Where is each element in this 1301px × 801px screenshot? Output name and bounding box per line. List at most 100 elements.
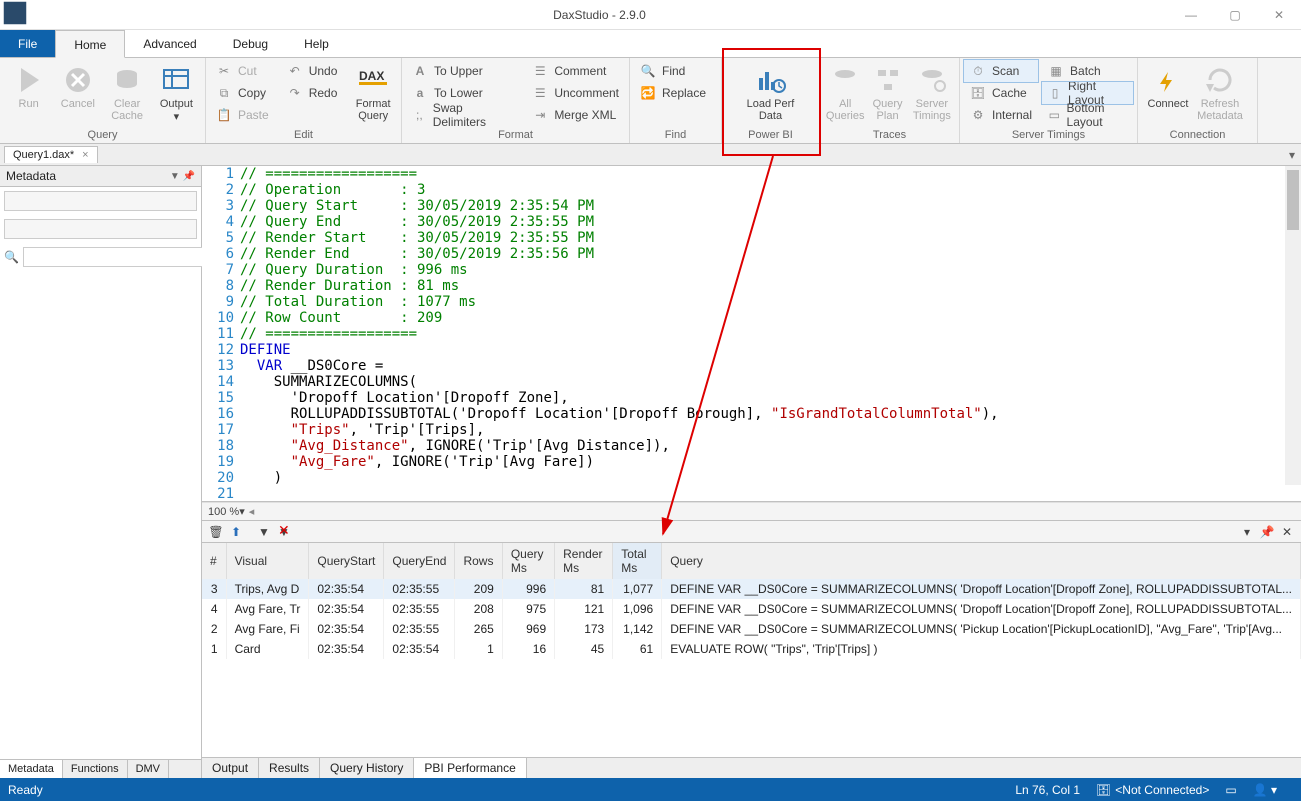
main-area: Metadata ▼ 📌 🔍 Metadata Functions DMV 12…: [0, 166, 1301, 778]
col-querystart[interactable]: QueryStart: [309, 543, 384, 579]
table-row[interactable]: 3Trips, Avg D02:35:5402:35:55209996811,0…: [202, 579, 1301, 599]
status-user-icon[interactable]: 👤 ▾: [1253, 783, 1277, 797]
cache-toggle[interactable]: 🗄Cache: [964, 82, 1038, 104]
query-group-label: Query: [0, 129, 205, 143]
to-upper-button[interactable]: ATo Upper: [406, 60, 518, 82]
clear-cache-button[interactable]: Clear Cache: [103, 60, 152, 122]
clear-filter-icon[interactable]: ▼✕: [274, 525, 294, 539]
export-icon[interactable]: ⬆: [226, 525, 246, 539]
scan-toggle[interactable]: ⏱Scan: [964, 60, 1038, 82]
close-button[interactable]: ✕: [1257, 0, 1301, 30]
server-timings-button[interactable]: Server Timings: [909, 60, 955, 122]
sidebar-tab-metadata[interactable]: Metadata: [0, 760, 63, 778]
home-tab[interactable]: Home: [55, 30, 125, 58]
internal-toggle[interactable]: ⚙Internal: [964, 104, 1038, 126]
bottom-panel: 🗑 ⬆ ▼ ▼✕ ▾ 📌 ✕ #VisualQueryStartQueryEnd…: [202, 520, 1301, 778]
minimize-button[interactable]: —: [1169, 0, 1213, 30]
perf-toolbar: 🗑 ⬆ ▼ ▼✕ ▾ 📌 ✕: [202, 521, 1301, 543]
connect-button[interactable]: Connect: [1142, 60, 1194, 110]
editor-zoom[interactable]: 100 % ▾ ◂: [202, 502, 1301, 520]
clear-icon[interactable]: 🗑: [206, 525, 226, 539]
table-row[interactable]: 2Avg Fare, Fi02:35:5402:35:552659691731,…: [202, 619, 1301, 639]
copy-button[interactable]: ⧉Copy: [210, 82, 275, 104]
maximize-button[interactable]: ▢: [1213, 0, 1257, 30]
table-row[interactable]: 4Avg Fare, Tr02:35:5402:35:552089751211,…: [202, 599, 1301, 619]
sidebar-tab-functions[interactable]: Functions: [63, 760, 128, 778]
server-timings-group-label: Server Timings: [960, 129, 1137, 143]
all-queries-button[interactable]: All Queries: [824, 60, 866, 122]
search-icon: 🔍: [4, 250, 19, 264]
database-combo[interactable]: [4, 191, 197, 211]
status-bar: Ready Ln 76, Col 1 🗄<Not Connected> ▭ 👤 …: [0, 778, 1301, 801]
find-button[interactable]: 🔍Find: [634, 60, 712, 82]
perf-table: #VisualQueryStartQueryEndRowsQuery MsRen…: [202, 543, 1301, 757]
bottom-tab-output[interactable]: Output: [202, 758, 259, 778]
document-tab-label: Query1.dax*: [13, 149, 74, 161]
redo-button[interactable]: ↷Redo: [281, 82, 344, 104]
bottom-tab-results[interactable]: Results: [259, 758, 320, 778]
col-rows[interactable]: Rows: [455, 543, 502, 579]
sidebar-tab-dmv[interactable]: DMV: [128, 760, 169, 778]
col-render-ms[interactable]: Render Ms: [555, 543, 613, 579]
run-button[interactable]: Run: [4, 60, 53, 110]
query-plan-button[interactable]: Query Plan: [866, 60, 908, 122]
window-title: DaxStudio - 2.9.0: [30, 8, 1169, 22]
status-cursor-pos: Ln 76, Col 1: [1015, 783, 1080, 797]
model-combo[interactable]: [4, 219, 197, 239]
col-total-ms[interactable]: Total Ms: [613, 543, 662, 579]
bottom-tab-pbi-performance[interactable]: PBI Performance: [414, 758, 526, 778]
find-group-label: Find: [630, 129, 721, 143]
status-ready: Ready: [8, 783, 43, 797]
help-tab[interactable]: Help: [286, 30, 347, 57]
powerbi-group-label: Power BI: [722, 129, 819, 143]
swap-delim-button[interactable]: ;,Swap Delimiters: [406, 104, 518, 126]
status-empty: ▭: [1225, 783, 1236, 797]
col-#[interactable]: #: [202, 543, 226, 579]
bottom-tabs: Output Results Query History PBI Perform…: [202, 757, 1301, 778]
panel-dropdown-icon[interactable]: ▼ 📌: [170, 171, 195, 182]
document-tab[interactable]: Query1.dax* ×: [4, 146, 98, 163]
refresh-metadata-button[interactable]: Refresh Metadata: [1194, 60, 1246, 122]
paste-button[interactable]: 📋Paste: [210, 104, 275, 126]
ribbon: Run Cancel Clear Cache Output ▾ Query ✂C…: [0, 58, 1301, 144]
db-icon: 🗄: [1096, 783, 1111, 797]
merge-xml-button[interactable]: ⇥Merge XML: [526, 104, 625, 126]
editor-scrollbar[interactable]: [1285, 166, 1301, 485]
close-document-icon[interactable]: ×: [82, 149, 88, 161]
app-icon: [0, 0, 30, 31]
traces-group-label: Traces: [820, 129, 959, 143]
metadata-search: 🔍: [4, 247, 197, 267]
panel-menu-icon[interactable]: ▾: [1237, 525, 1257, 539]
tab-overflow-icon[interactable]: ▾: [1283, 148, 1301, 162]
svg-text:DAX: DAX: [359, 69, 384, 83]
cancel-button[interactable]: Cancel: [53, 60, 102, 110]
ribbon-tabs: File Home Advanced Debug Help: [0, 30, 1301, 58]
col-query[interactable]: Query: [662, 543, 1301, 579]
panel-close-icon[interactable]: ✕: [1277, 525, 1297, 539]
cut-button[interactable]: ✂Cut: [210, 60, 275, 82]
replace-button[interactable]: 🔁Replace: [634, 82, 712, 104]
editor-pane: 1234567891011121314151617181920212223 //…: [202, 166, 1301, 778]
bottom-tab-query-history[interactable]: Query History: [320, 758, 414, 778]
undo-button[interactable]: ↶Undo: [281, 60, 344, 82]
table-row[interactable]: 1Card02:35:5402:35:541164561EVALUATE ROW…: [202, 639, 1301, 659]
advanced-tab[interactable]: Advanced: [125, 30, 214, 57]
search-input[interactable]: [23, 247, 210, 267]
debug-tab[interactable]: Debug: [215, 30, 286, 57]
format-query-button[interactable]: DAXFormat Query: [349, 60, 397, 122]
load-perf-data-button[interactable]: Load Perf Data: [726, 60, 815, 122]
col-query-ms[interactable]: Query Ms: [502, 543, 554, 579]
col-visual[interactable]: Visual: [226, 543, 309, 579]
file-tab[interactable]: File: [0, 30, 55, 57]
sidebar-tabs: Metadata Functions DMV: [0, 759, 201, 778]
sidebar: Metadata ▼ 📌 🔍 Metadata Functions DMV: [0, 166, 202, 778]
col-queryend[interactable]: QueryEnd: [384, 543, 455, 579]
bottom-layout-button[interactable]: ▭Bottom Layout: [1042, 104, 1133, 126]
filter-icon[interactable]: ▼: [254, 525, 274, 539]
uncomment-button[interactable]: ☰Uncomment: [526, 82, 625, 104]
output-button[interactable]: Output ▾: [152, 60, 201, 123]
document-tab-bar: Query1.dax* × ▾: [0, 144, 1301, 166]
comment-button[interactable]: ☰Comment: [526, 60, 625, 82]
code-editor[interactable]: 1234567891011121314151617181920212223 //…: [202, 166, 1301, 502]
panel-pin-icon[interactable]: 📌: [1257, 525, 1277, 539]
